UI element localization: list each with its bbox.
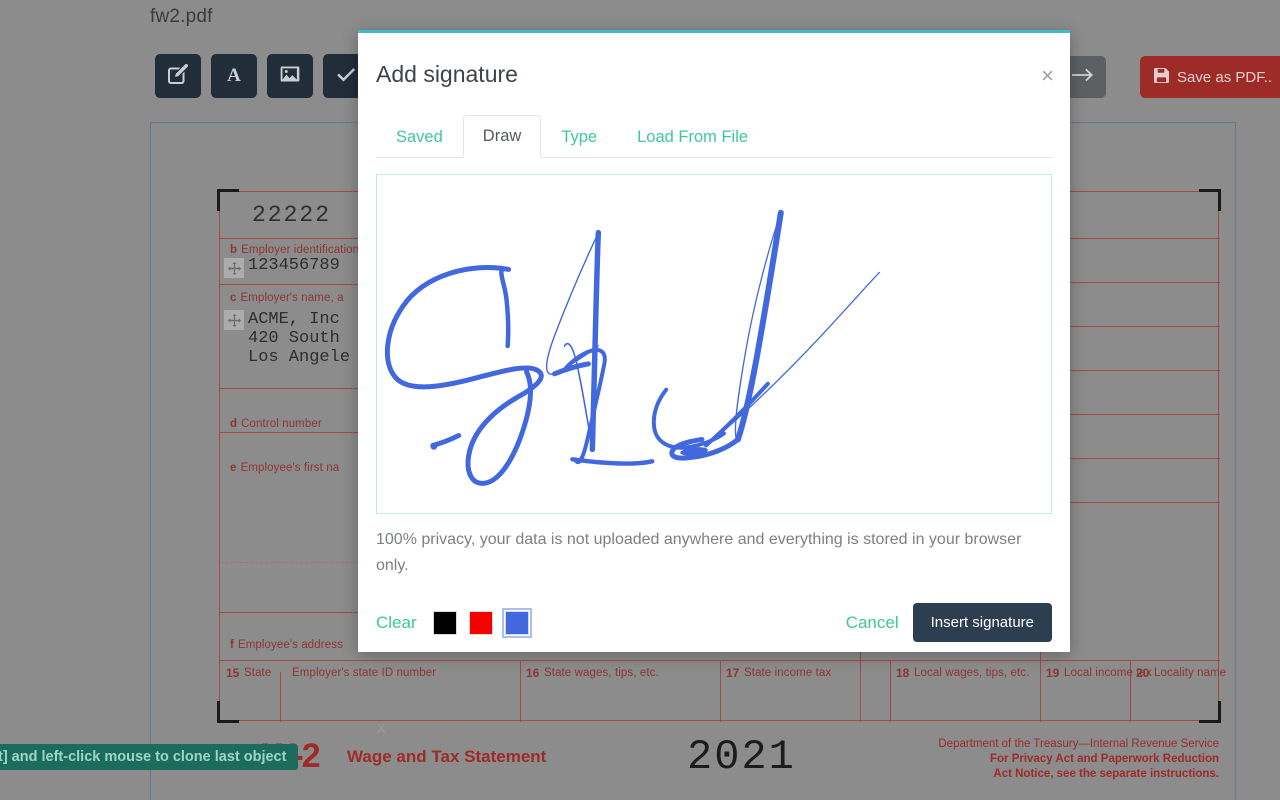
w2-box-num-20: 20	[1136, 666, 1150, 680]
x-marker: X	[377, 721, 386, 736]
treasury-line-1: Department of the Treasury—Internal Reve…	[938, 738, 1219, 750]
signature-strokes	[384, 209, 881, 486]
tab-type[interactable]: Type	[541, 116, 617, 158]
w2-box-num-16: 16	[526, 666, 540, 680]
check-icon	[336, 64, 356, 89]
grid-line	[890, 660, 891, 722]
w2-box-num-19: 19	[1046, 666, 1060, 680]
w2-field-label-f: f Employee's address	[230, 639, 343, 651]
w2-field-label-e: e Employee's first na	[230, 462, 340, 474]
save-as-pdf-label: Save as PDF..	[1177, 68, 1273, 86]
w2-field-value-b[interactable]: 123456789	[248, 256, 340, 275]
corner-mark-bottom-left	[217, 701, 239, 723]
w2-box-label-20: Locality name	[1154, 667, 1227, 679]
status-toast: t] and left-click mouse to clone last ob…	[0, 744, 299, 770]
w2-field-label-c: c Employer's name, a	[230, 292, 344, 304]
privacy-note: 100% privacy, your data is not uploaded …	[376, 531, 1022, 574]
corner-mark-top-right	[1199, 189, 1221, 211]
modal-title: Add signature	[376, 61, 518, 87]
treasury-line-3: Act Notice, see the separate instruction…	[993, 768, 1219, 780]
modal-footer: Clear Cancel Insert signature	[376, 603, 1052, 642]
close-icon[interactable]: ×	[1041, 65, 1054, 87]
image-tool-button[interactable]	[267, 54, 313, 98]
w2-field-label-b: b Employer identification	[230, 244, 360, 256]
form-name-label: Wage and Tax Statement	[347, 747, 547, 766]
treasury-line-2: For Privacy Act and Paperwork Reduction	[990, 753, 1219, 765]
form-year-label: 2021	[687, 733, 796, 781]
color-swatch-blue[interactable]	[501, 607, 532, 638]
arrow-right-icon	[1072, 66, 1094, 89]
w2-box-label-17: State income tax	[744, 667, 832, 679]
w2-box-num-17: 17	[726, 666, 740, 680]
document-title: fw2.pdf	[150, 6, 213, 27]
tab-saved[interactable]: Saved	[376, 116, 463, 158]
grid-line	[720, 660, 721, 722]
cancel-button[interactable]: Cancel	[846, 613, 899, 633]
edit-tool-button[interactable]	[155, 54, 201, 98]
image-icon	[280, 64, 300, 89]
drag-handle[interactable]	[224, 310, 244, 330]
w2-box-label-state-id: Employer's state ID number	[292, 667, 437, 679]
pencil-square-icon	[168, 63, 188, 89]
w2-field-label-d: d Control number	[230, 418, 322, 430]
clear-button[interactable]: Clear	[376, 613, 417, 633]
grid-line	[1040, 660, 1041, 722]
save-floppy-icon	[1154, 67, 1169, 87]
w2-box-label-18: Local wages, tips, etc.	[914, 667, 1030, 679]
color-swatch-black[interactable]	[432, 610, 457, 635]
grid-line	[280, 672, 281, 722]
w2-box-label-15: State	[244, 667, 272, 679]
tab-load-from-file[interactable]: Load From File	[617, 116, 768, 158]
signature-draw-canvas[interactable]	[376, 174, 1052, 514]
color-swatch-red[interactable]	[468, 610, 493, 635]
grid-line	[520, 660, 521, 722]
text-a-icon: A	[227, 65, 241, 86]
w2-control-number-value[interactable]: 22222	[252, 202, 331, 228]
insert-signature-button[interactable]: Insert signature	[912, 603, 1052, 642]
modal-actions: Cancel Insert signature	[846, 603, 1052, 642]
editor-toolbar: A	[155, 54, 369, 98]
w2-box-num-18: 18	[896, 666, 910, 680]
tab-draw[interactable]: Draw	[462, 115, 542, 158]
w2-box-num-15: 15	[226, 666, 240, 680]
corner-mark-top-left	[217, 189, 239, 211]
corner-mark-bottom-right	[1199, 701, 1221, 723]
color-swatches	[432, 607, 532, 638]
text-tool-button[interactable]: A	[211, 54, 257, 98]
add-signature-modal: Add signature × Saved Draw Type Load Fro…	[358, 30, 1070, 652]
drag-handle[interactable]	[224, 258, 244, 278]
w2-field-value-c[interactable]: ACME, Inc 420 South Los Angele	[248, 310, 350, 367]
save-as-pdf-button[interactable]: Save as PDF..	[1140, 56, 1280, 98]
treasury-notice: Department of the Treasury—Internal Reve…	[819, 737, 1219, 782]
w2-box-label-16: State wages, tips, etc.	[544, 667, 659, 679]
signature-tabs: Saved Draw Type Load From File	[376, 105, 1052, 158]
